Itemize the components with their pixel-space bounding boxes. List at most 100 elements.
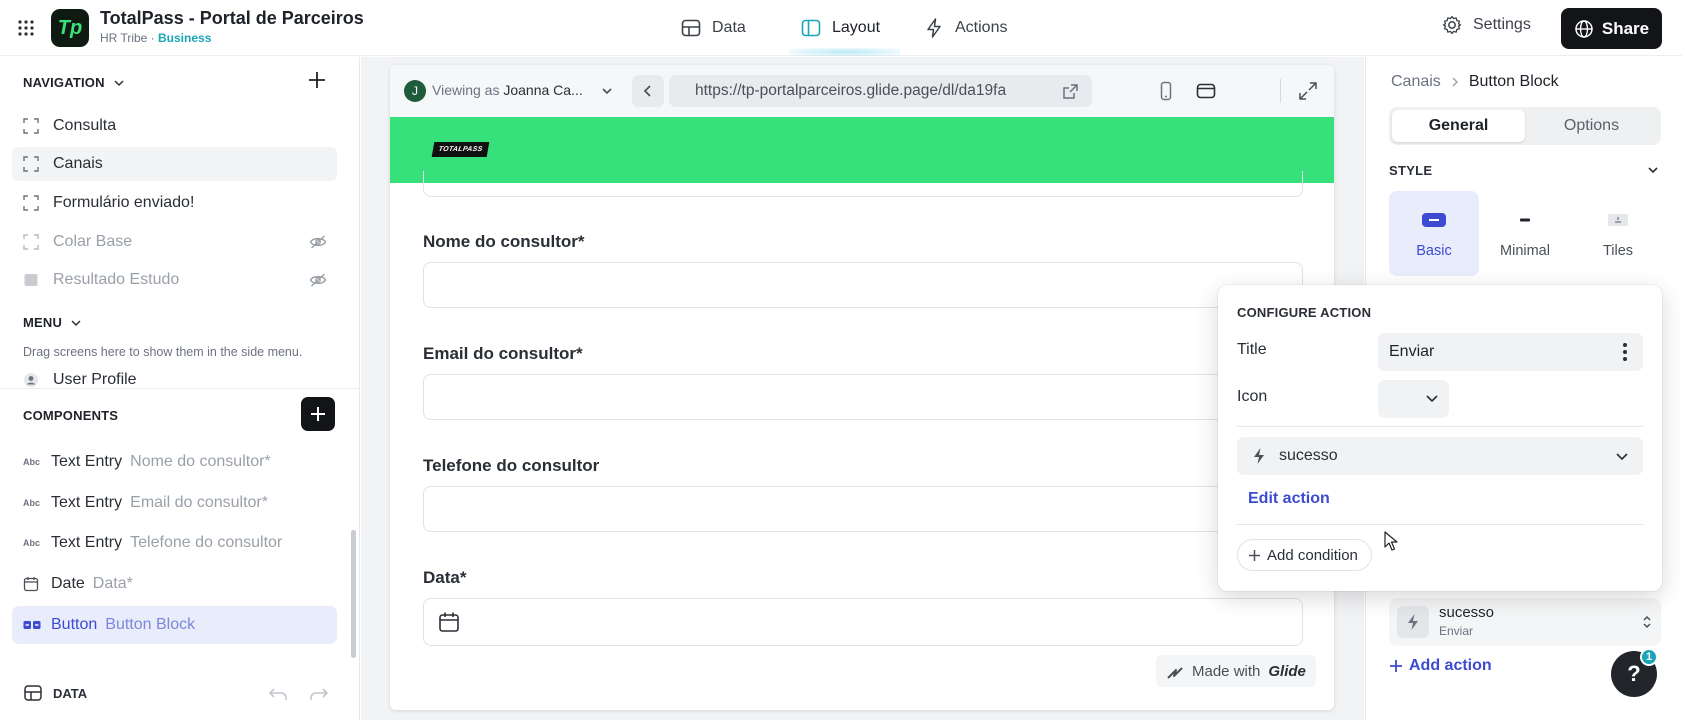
nav-item-label: Formulário enviado!: [53, 194, 195, 211]
eye-off-icon[interactable]: [309, 272, 327, 288]
tab-actions-label: Actions: [955, 19, 1008, 36]
screen-icon: [23, 234, 39, 250]
minimal-style-icon: [1520, 218, 1530, 222]
nav-item-consulta[interactable]: Consulta: [12, 109, 337, 143]
nav-item-label: User Profile: [53, 371, 137, 388]
nav-item-resultado-estudo[interactable]: Resultado Estudo: [12, 263, 337, 297]
undo-icon[interactable]: [267, 685, 289, 703]
component-type: Date: [51, 575, 85, 592]
chevron-down-icon[interactable]: [600, 84, 614, 98]
url-field[interactable]: https://tp-portalparceiros.glide.page/dl…: [669, 75, 1092, 107]
tab-actions[interactable]: Actions: [923, 14, 1007, 42]
component-date[interactable]: Date Data*: [12, 565, 337, 603]
action-bolt-icon-wrap: [1397, 606, 1429, 638]
component-button-block[interactable]: Button Button Block: [12, 606, 337, 644]
chevron-left-icon: [643, 85, 651, 97]
telefone-input[interactable]: [423, 486, 1303, 532]
navigation-title: NAVIGATION: [23, 75, 105, 90]
action-list-item[interactable]: sucesso Enviar: [1389, 598, 1661, 646]
app-preview: J Viewing as Joanna Ca... https://tp-por…: [390, 65, 1334, 710]
list-screen-icon: [24, 274, 38, 286]
tab-options[interactable]: Options: [1525, 110, 1658, 142]
icon-label: Icon: [1237, 388, 1268, 405]
add-action-label: Add action: [1409, 657, 1492, 674]
plus-icon: [1390, 660, 1402, 672]
nav-item-label: Canais: [53, 155, 103, 172]
settings-button[interactable]: Settings: [1441, 14, 1531, 36]
glide-brand: Glide: [1268, 662, 1306, 680]
calendar-icon: [23, 577, 39, 592]
add-screen-icon[interactable]: [305, 68, 329, 92]
viewing-as-selector[interactable]: Viewing as Joanna Ca...: [432, 82, 583, 98]
external-link-icon[interactable]: [1062, 83, 1079, 100]
style-label: Basic: [1416, 243, 1452, 259]
action-select[interactable]: sucesso: [1237, 437, 1643, 475]
gear-icon: [1442, 15, 1462, 35]
add-action-button[interactable]: Add action: [1389, 657, 1492, 675]
divider: [1237, 524, 1643, 525]
eye-off-icon[interactable]: [309, 234, 327, 250]
sidebar-scrollbar[interactable]: [351, 530, 356, 658]
button-icon: [23, 621, 41, 629]
nav-item-colar-base[interactable]: Colar Base: [12, 225, 337, 259]
title-input[interactable]: Enviar: [1378, 333, 1643, 371]
component-text-entry-telefone[interactable]: Abc Text Entry Telefone do consultor: [12, 524, 337, 562]
add-component-button[interactable]: [301, 397, 335, 431]
tiles-style-icon: [1608, 214, 1628, 226]
action-select-value: sucesso: [1279, 447, 1338, 464]
title-label: Title: [1237, 341, 1267, 358]
reorder-icon[interactable]: [1641, 614, 1653, 630]
back-button[interactable]: [632, 75, 664, 107]
edit-action-link[interactable]: Edit action: [1248, 490, 1330, 508]
user-icon: [24, 373, 38, 387]
field-label-data: Data*: [423, 568, 467, 587]
apps-grid-icon[interactable]: [17, 19, 35, 37]
tablet-view-icon[interactable]: [1196, 81, 1216, 101]
navigation-section-header[interactable]: NAVIGATION: [23, 75, 125, 90]
avatar: J: [404, 80, 426, 102]
redo-icon[interactable]: [308, 685, 330, 703]
phone-view-icon[interactable]: [1156, 81, 1176, 101]
style-section-title: STYLE: [1389, 163, 1433, 178]
text-entry-icon: Abc: [23, 498, 41, 508]
chevron-down-icon[interactable]: [1646, 163, 1660, 177]
totalpass-logo: TOTALPASS: [431, 142, 490, 157]
data-footer-button[interactable]: DATA: [23, 683, 87, 703]
more-options-icon[interactable]: [1622, 342, 1628, 362]
style-minimal[interactable]: Minimal: [1480, 191, 1570, 276]
expand-icon[interactable]: [1298, 81, 1318, 101]
nav-item-formulario-enviado[interactable]: Formulário enviado!: [12, 186, 337, 220]
menu-section-header[interactable]: MENU: [23, 315, 82, 330]
breadcrumb-parent[interactable]: Canais: [1391, 73, 1441, 91]
share-button[interactable]: Share: [1561, 8, 1662, 49]
tab-general[interactable]: General: [1392, 110, 1525, 142]
bolt-icon: [1408, 614, 1418, 630]
tab-data-label: Data: [712, 19, 746, 36]
tab-layout[interactable]: Layout: [800, 14, 880, 42]
style-tiles[interactable]: Tiles: [1570, 191, 1666, 276]
email-input[interactable]: [423, 374, 1303, 420]
text-entry-icon: Abc: [23, 457, 41, 467]
made-with-glide-badge[interactable]: Made with Glide: [1156, 655, 1316, 687]
icon-select[interactable]: [1378, 380, 1449, 418]
active-tab-indicator: [790, 48, 900, 56]
date-input[interactable]: [423, 598, 1303, 646]
nome-input[interactable]: [423, 262, 1303, 308]
component-name: Telefone do consultor: [130, 534, 283, 551]
minimal-style-icon-wrap: [1511, 211, 1539, 229]
bolt-icon: [1254, 448, 1264, 464]
calendar-icon-wrap: [23, 577, 41, 592]
tab-data[interactable]: Data: [680, 14, 746, 42]
configure-action-popover: CONFIGURE ACTION Title Enviar Icon suces…: [1218, 285, 1662, 591]
nav-item-user-profile[interactable]: User Profile: [12, 364, 337, 396]
made-with-text: Made with: [1192, 662, 1261, 680]
component-type: Text Entry: [51, 534, 123, 551]
add-condition-button[interactable]: Add condition: [1237, 539, 1372, 571]
menu-title: MENU: [23, 315, 63, 330]
component-text-entry-email[interactable]: Abc Text Entry Email do consultor*: [12, 484, 337, 522]
nav-item-canais[interactable]: Canais: [12, 147, 337, 181]
style-basic[interactable]: Basic: [1389, 191, 1479, 276]
component-text-entry-nome[interactable]: Abc Text Entry Nome do consultor*: [12, 443, 337, 481]
panel-tabs: General Options: [1389, 107, 1661, 145]
app-logo[interactable]: Tp: [51, 9, 89, 47]
